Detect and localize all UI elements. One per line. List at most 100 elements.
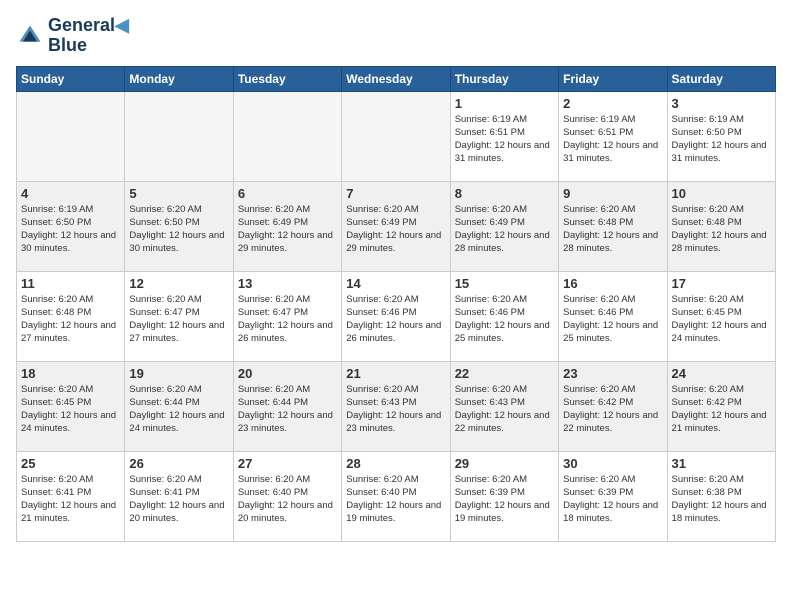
calendar-cell: 19 Sunrise: 6:20 AMSunset: 6:44 PMDayligh…: [125, 361, 233, 451]
day-number: 12: [129, 276, 228, 291]
day-number: 18: [21, 366, 120, 381]
day-number: 16: [563, 276, 662, 291]
calendar-cell: 5 Sunrise: 6:20 AMSunset: 6:50 PMDaylight…: [125, 181, 233, 271]
day-number: 14: [346, 276, 445, 291]
weekday-header-monday: Monday: [125, 66, 233, 91]
weekday-header-row: SundayMondayTuesdayWednesdayThursdayFrid…: [17, 66, 776, 91]
weekday-header-sunday: Sunday: [17, 66, 125, 91]
day-info: Sunrise: 6:20 AMSunset: 6:45 PMDaylight:…: [672, 293, 771, 346]
week-row-1: 1 Sunrise: 6:19 AMSunset: 6:51 PMDaylight…: [17, 91, 776, 181]
calendar-cell: 3 Sunrise: 6:19 AMSunset: 6:50 PMDaylight…: [667, 91, 775, 181]
day-number: 1: [455, 96, 554, 111]
day-number: 27: [238, 456, 337, 471]
weekday-header-wednesday: Wednesday: [342, 66, 450, 91]
calendar-cell: 15Sunrise: 6:20 AMSunset: 6:46 PMDayligh…: [450, 271, 558, 361]
calendar-cell: 17 Sunrise: 6:20 AMSunset: 6:45 PMDayligh…: [667, 271, 775, 361]
calendar-cell: 16Sunrise: 6:20 AMSunset: 6:46 PMDayligh…: [559, 271, 667, 361]
day-info: Sunrise: 6:19 AMSunset: 6:51 PMDaylight:…: [455, 113, 554, 166]
day-info: Sunrise: 6:20 AMSunset: 6:40 PMDaylight:…: [238, 473, 337, 526]
calendar-cell: 12 Sunrise: 6:20 AMSunset: 6:47 PMDayligh…: [125, 271, 233, 361]
day-number: 22: [455, 366, 554, 381]
day-info: Sunrise: 6:20 AMSunset: 6:47 PMDaylight:…: [129, 293, 228, 346]
day-info: Sunrise: 6:20 AMSunset: 6:50 PMDaylight:…: [129, 203, 228, 256]
day-info: Sunrise: 6:20 AMSunset: 6:39 PMDaylight:…: [563, 473, 662, 526]
calendar-cell: 4 Sunrise: 6:19 AMSunset: 6:50 PMDaylight…: [17, 181, 125, 271]
day-number: 24: [672, 366, 771, 381]
day-info: Sunrise: 6:19 AMSunset: 6:50 PMDaylight:…: [672, 113, 771, 166]
day-number: 25: [21, 456, 120, 471]
calendar-cell: 26 Sunrise: 6:20 AMSunset: 6:41 PMDayligh…: [125, 451, 233, 541]
calendar-cell: 23 Sunrise: 6:20 AMSunset: 6:42 PMDayligh…: [559, 361, 667, 451]
day-number: 6: [238, 186, 337, 201]
calendar-cell: 8 Sunrise: 6:20 AMSunset: 6:49 PMDaylight…: [450, 181, 558, 271]
day-info: Sunrise: 6:19 AMSunset: 6:50 PMDaylight:…: [21, 203, 120, 256]
logo: General◀ Blue: [16, 16, 129, 56]
day-number: 11: [21, 276, 120, 291]
day-info: Sunrise: 6:20 AMSunset: 6:45 PMDaylight:…: [21, 383, 120, 436]
calendar-cell: 27 Sunrise: 6:20 AMSunset: 6:40 PMDayligh…: [233, 451, 341, 541]
calendar-cell: [342, 91, 450, 181]
day-info: Sunrise: 6:20 AMSunset: 6:38 PMDaylight:…: [672, 473, 771, 526]
day-number: 17: [672, 276, 771, 291]
day-info: Sunrise: 6:20 AMSunset: 6:49 PMDaylight:…: [455, 203, 554, 256]
day-number: 10: [672, 186, 771, 201]
day-number: 31: [672, 456, 771, 471]
week-row-4: 18 Sunrise: 6:20 AMSunset: 6:45 PMDayligh…: [17, 361, 776, 451]
weekday-header-saturday: Saturday: [667, 66, 775, 91]
day-number: 4: [21, 186, 120, 201]
day-number: 26: [129, 456, 228, 471]
day-number: 19: [129, 366, 228, 381]
calendar-cell: [17, 91, 125, 181]
week-row-2: 4 Sunrise: 6:19 AMSunset: 6:50 PMDaylight…: [17, 181, 776, 271]
day-info: Sunrise: 6:20 AMSunset: 6:44 PMDaylight:…: [238, 383, 337, 436]
day-number: 21: [346, 366, 445, 381]
day-info: Sunrise: 6:20 AMSunset: 6:40 PMDaylight:…: [346, 473, 445, 526]
calendar-cell: 20 Sunrise: 6:20 AMSunset: 6:44 PMDayligh…: [233, 361, 341, 451]
calendar-cell: 7Sunrise: 6:20 AMSunset: 6:49 PMDaylight…: [342, 181, 450, 271]
day-info: Sunrise: 6:20 AMSunset: 6:43 PMDaylight:…: [455, 383, 554, 436]
day-number: 5: [129, 186, 228, 201]
day-number: 7: [346, 186, 445, 201]
day-info: Sunrise: 6:20 AMSunset: 6:42 PMDaylight:…: [672, 383, 771, 436]
calendar-cell: 2 Sunrise: 6:19 AMSunset: 6:51 PMDaylight…: [559, 91, 667, 181]
day-info: Sunrise: 6:20 AMSunset: 6:49 PMDaylight:…: [238, 203, 337, 256]
calendar-cell: 10 Sunrise: 6:20 AMSunset: 6:48 PMDayligh…: [667, 181, 775, 271]
calendar-cell: 24 Sunrise: 6:20 AMSunset: 6:42 PMDayligh…: [667, 361, 775, 451]
day-info: Sunrise: 6:20 AMSunset: 6:48 PMDaylight:…: [563, 203, 662, 256]
logo-icon: [16, 22, 44, 50]
calendar-cell: 25 Sunrise: 6:20 AMSunset: 6:41 PMDayligh…: [17, 451, 125, 541]
calendar-cell: 14 Sunrise: 6:20 AMSunset: 6:46 PMDayligh…: [342, 271, 450, 361]
day-info: Sunrise: 6:20 AMSunset: 6:48 PMDaylight:…: [672, 203, 771, 256]
day-number: 9: [563, 186, 662, 201]
day-number: 3: [672, 96, 771, 111]
weekday-header-friday: Friday: [559, 66, 667, 91]
day-info: Sunrise: 6:20 AMSunset: 6:48 PMDaylight:…: [21, 293, 120, 346]
week-row-3: 11 Sunrise: 6:20 AMSunset: 6:48 PMDayligh…: [17, 271, 776, 361]
calendar-cell: 13Sunrise: 6:20 AMSunset: 6:47 PMDayligh…: [233, 271, 341, 361]
day-number: 2: [563, 96, 662, 111]
calendar-cell: 22 Sunrise: 6:20 AMSunset: 6:43 PMDayligh…: [450, 361, 558, 451]
day-info: Sunrise: 6:19 AMSunset: 6:51 PMDaylight:…: [563, 113, 662, 166]
logo-text: General◀ Blue: [48, 16, 129, 56]
day-number: 30: [563, 456, 662, 471]
day-info: Sunrise: 6:20 AMSunset: 6:41 PMDaylight:…: [129, 473, 228, 526]
calendar-cell: 18 Sunrise: 6:20 AMSunset: 6:45 PMDayligh…: [17, 361, 125, 451]
day-info: Sunrise: 6:20 AMSunset: 6:43 PMDaylight:…: [346, 383, 445, 436]
day-number: 28: [346, 456, 445, 471]
weekday-header-thursday: Thursday: [450, 66, 558, 91]
day-info: Sunrise: 6:20 AMSunset: 6:41 PMDaylight:…: [21, 473, 120, 526]
day-info: Sunrise: 6:20 AMSunset: 6:44 PMDaylight:…: [129, 383, 228, 436]
day-number: 8: [455, 186, 554, 201]
day-info: Sunrise: 6:20 AMSunset: 6:46 PMDaylight:…: [455, 293, 554, 346]
week-row-5: 25 Sunrise: 6:20 AMSunset: 6:41 PMDayligh…: [17, 451, 776, 541]
day-info: Sunrise: 6:20 AMSunset: 6:42 PMDaylight:…: [563, 383, 662, 436]
calendar-cell: 1 Sunrise: 6:19 AMSunset: 6:51 PMDaylight…: [450, 91, 558, 181]
calendar-table: SundayMondayTuesdayWednesdayThursdayFrid…: [16, 66, 776, 542]
calendar-cell: 21 Sunrise: 6:20 AMSunset: 6:43 PMDayligh…: [342, 361, 450, 451]
calendar-cell: 28 Sunrise: 6:20 AMSunset: 6:40 PMDayligh…: [342, 451, 450, 541]
day-info: Sunrise: 6:20 AMSunset: 6:46 PMDaylight:…: [346, 293, 445, 346]
day-number: 20: [238, 366, 337, 381]
day-number: 23: [563, 366, 662, 381]
day-info: Sunrise: 6:20 AMSunset: 6:39 PMDaylight:…: [455, 473, 554, 526]
calendar-cell: 31 Sunrise: 6:20 AMSunset: 6:38 PMDayligh…: [667, 451, 775, 541]
